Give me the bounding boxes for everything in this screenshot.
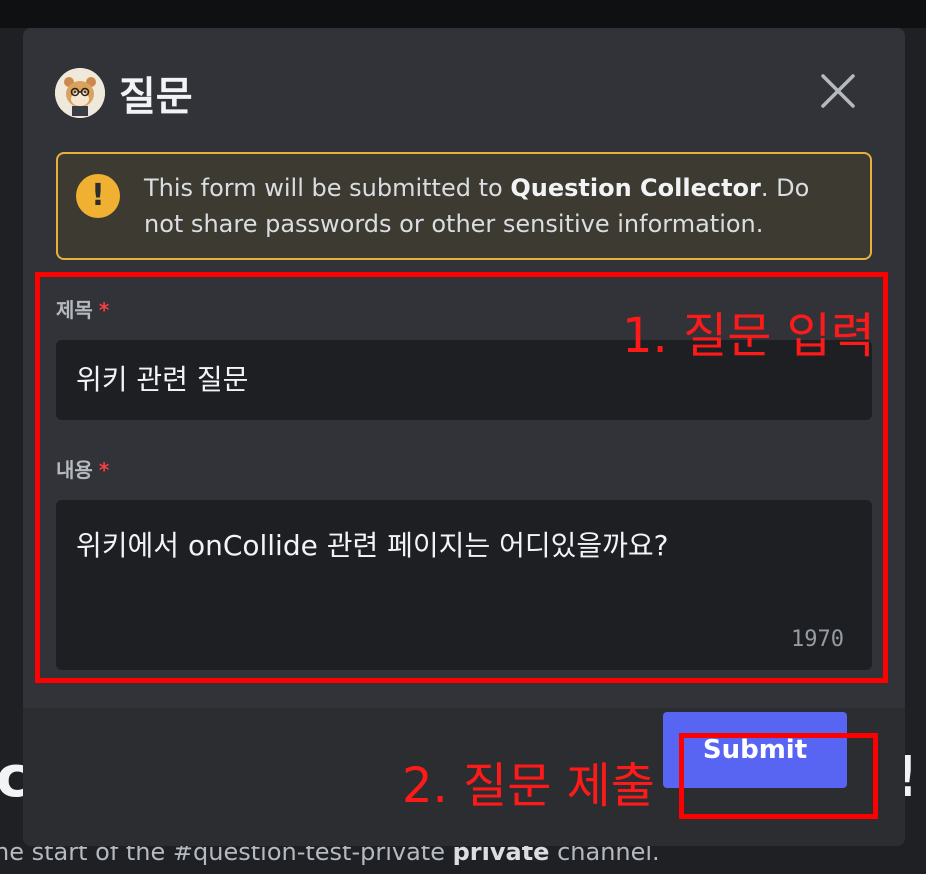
close-button[interactable] [815, 68, 861, 114]
warning-notice: ! This form will be submitted to Questio… [56, 152, 872, 260]
close-icon [821, 74, 855, 108]
warning-text: This form will be submitted to Question … [144, 170, 854, 242]
annotation-step1: 1. 질문 입력 [622, 308, 875, 364]
hamster-avatar-icon [55, 68, 105, 118]
warning-text-pre: This form will be submitted to [144, 174, 511, 202]
app-background-top [0, 0, 926, 28]
warning-icon: ! [76, 174, 120, 218]
annotation-step2: 2. 질문 제출 [402, 758, 655, 814]
bot-avatar [55, 68, 105, 118]
modal-header: 질문 [23, 28, 905, 148]
annotation-box-submit [679, 733, 878, 819]
warning-app-name: Question Collector [510, 174, 761, 202]
modal-title: 질문 [119, 74, 193, 120]
